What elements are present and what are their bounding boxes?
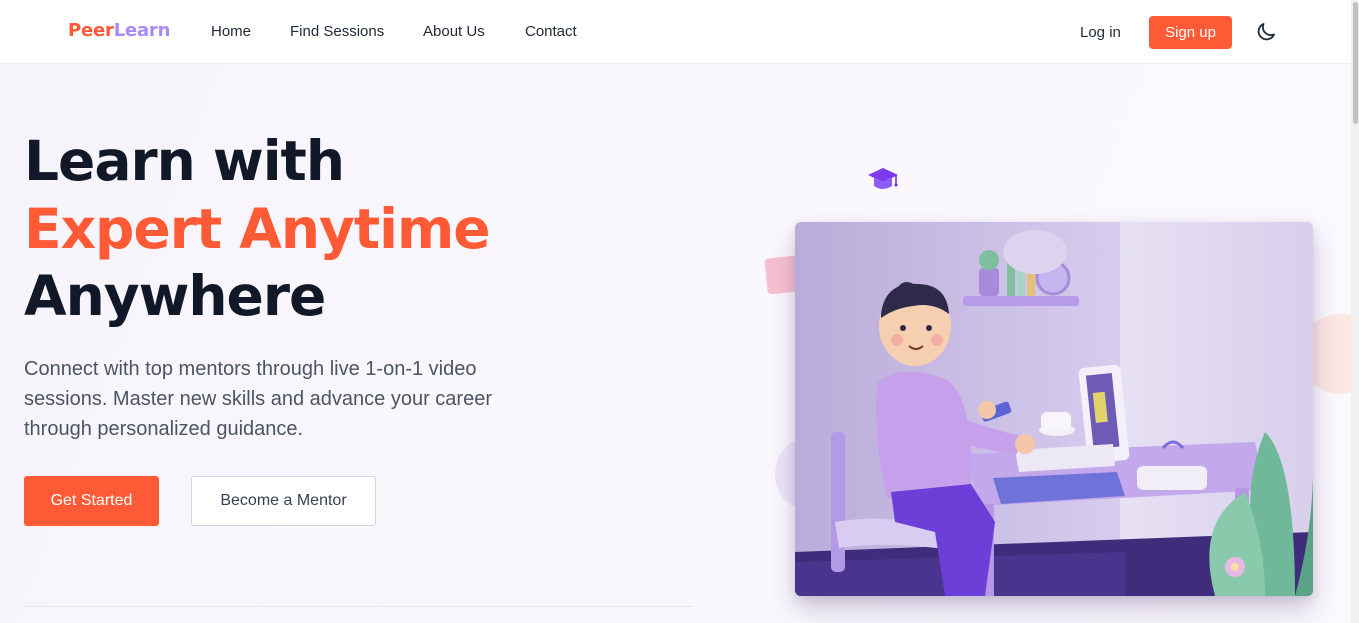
brand-logo[interactable]: PeerLearn <box>68 20 170 41</box>
brand-logo-part2: Learn <box>113 20 171 41</box>
graduation-cap-icon <box>866 164 900 200</box>
nav-link-contact[interactable]: Contact <box>525 23 577 40</box>
moon-icon[interactable] <box>1254 20 1278 44</box>
become-mentor-button[interactable]: Become a Mentor <box>191 476 376 526</box>
hero-title-line3: Anywhere <box>24 264 326 328</box>
login-link[interactable]: Log in <box>1080 24 1121 41</box>
nav-link-about-us[interactable]: About Us <box>423 23 485 40</box>
nav-link-home[interactable]: Home <box>211 23 251 40</box>
hero-title-line1: Learn with <box>24 129 345 193</box>
hero-divider <box>24 606 693 607</box>
brand-logo-part1: Peer <box>68 20 114 41</box>
signup-button[interactable]: Sign up <box>1149 16 1232 49</box>
hero-section: Learn with Expert Anytime Anywhere Conne… <box>0 64 1351 623</box>
top-navbar: PeerLearn Home Find Sessions About Us Co… <box>0 0 1351 64</box>
student-at-desk-illustration <box>795 222 1313 596</box>
nav-link-find-sessions[interactable]: Find Sessions <box>290 23 384 40</box>
page-scrollbar-thumb[interactable] <box>1353 2 1358 124</box>
hero-title-line2: Expert Anytime <box>24 197 491 261</box>
get-started-button[interactable]: Get Started <box>24 476 159 526</box>
hero-description: Connect with top mentors through live 1-… <box>24 358 492 440</box>
